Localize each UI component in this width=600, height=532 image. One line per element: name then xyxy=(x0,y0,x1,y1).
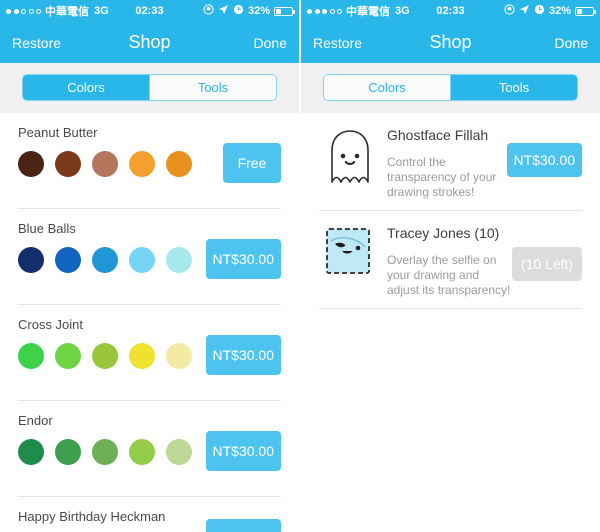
color-swatch xyxy=(55,439,81,465)
carrier-label: 中華電信 xyxy=(45,6,89,18)
restore-button[interactable]: Restore xyxy=(12,35,61,51)
color-swatch xyxy=(92,439,118,465)
network-type-label: 3G xyxy=(395,5,410,17)
tool-description: Overlay the selfie on your drawing and a… xyxy=(387,253,511,297)
color-swatch xyxy=(92,343,118,369)
battery-percent-label: 32% xyxy=(247,5,270,17)
list-item[interactable]: Blue Balls NT$30.00 xyxy=(0,209,299,304)
ghost-icon xyxy=(319,127,381,200)
color-swatch xyxy=(129,343,155,369)
carrier-label: 中華電信 xyxy=(346,6,390,18)
done-button[interactable]: Done xyxy=(555,35,588,51)
list-item[interactable]: Cross Joint NT$30.00 xyxy=(0,305,299,400)
buy-button[interactable]: Free xyxy=(223,143,281,183)
tools-list[interactable]: Ghostface Fillah Control the transparenc… xyxy=(301,113,600,532)
list-item[interactable]: Peanut Butter Free xyxy=(0,113,299,208)
location-arrow-icon xyxy=(218,4,229,18)
buy-button[interactable]: NT$30.00 xyxy=(205,335,281,375)
segmented-control-container-right: Colors Tools xyxy=(301,63,600,113)
segmented-control-container-left: Colors Tools xyxy=(0,63,299,113)
rotation-lock-icon xyxy=(203,4,214,18)
buy-button[interactable]: NT$30.00 xyxy=(205,431,281,471)
color-swatch xyxy=(166,151,192,177)
location-arrow-icon xyxy=(519,4,530,18)
buy-button[interactable]: NT$30.00 xyxy=(205,519,281,532)
restore-button[interactable]: Restore xyxy=(313,35,362,51)
signal-strength-dots xyxy=(6,8,41,14)
segmented-control-left[interactable]: Colors Tools xyxy=(22,74,277,101)
pack-name: Blue Balls xyxy=(18,221,76,236)
done-button[interactable]: Done xyxy=(254,35,287,51)
color-swatch xyxy=(92,247,118,273)
tab-tools[interactable]: Tools xyxy=(450,75,577,100)
selfie-dashed-icon xyxy=(319,225,381,298)
tab-colors[interactable]: Colors xyxy=(324,75,450,100)
dual-screenshot: 中華電信 3G 02:33 32% Restore Shop Done Colo… xyxy=(0,0,600,532)
divider xyxy=(319,308,582,309)
color-swatch xyxy=(55,151,81,177)
phone-screen-colors: 中華電信 3G 02:33 32% Restore Shop Done Colo… xyxy=(0,0,299,532)
color-swatch xyxy=(129,151,155,177)
list-item[interactable]: Ghostface Fillah Control the transparenc… xyxy=(301,113,600,210)
color-swatch xyxy=(129,439,155,465)
remaining-count-button: (10 Left) xyxy=(512,247,582,281)
alarm-clock-icon xyxy=(534,4,545,18)
alarm-clock-icon xyxy=(233,4,244,18)
color-swatch xyxy=(92,151,118,177)
tool-description: Control the transparency of your drawing… xyxy=(387,155,497,199)
signal-strength-dots xyxy=(307,8,342,14)
buy-button[interactable]: NT$30.00 xyxy=(506,143,582,177)
color-swatch xyxy=(129,247,155,273)
battery-percent-label: 32% xyxy=(548,5,571,17)
list-item[interactable]: Endor NT$30.00 xyxy=(0,401,299,496)
color-swatch xyxy=(166,247,192,273)
battery-icon xyxy=(274,6,295,16)
status-bar-right: 中華電信 3G 02:33 32% xyxy=(301,0,600,22)
status-bar-left: 中華電信 3G 02:33 32% xyxy=(0,0,299,22)
nav-bar-left: Restore Shop Done xyxy=(0,22,299,63)
buy-button[interactable]: NT$30.00 xyxy=(205,239,281,279)
list-item[interactable]: Happy Birthday Heckman NT$30.00 xyxy=(0,497,299,532)
list-item[interactable]: Tracey Jones (10) Overlay the selfie on … xyxy=(301,211,600,308)
color-packs-list[interactable]: Peanut Butter Free Blue Balls NT$30.00 C… xyxy=(0,113,299,532)
tool-name: Tracey Jones (10) xyxy=(387,225,500,241)
pack-name: Peanut Butter xyxy=(18,125,98,140)
color-swatch xyxy=(166,439,192,465)
pack-name: Endor xyxy=(18,413,53,428)
battery-icon xyxy=(575,6,596,16)
rotation-lock-icon xyxy=(504,4,515,18)
network-type-label: 3G xyxy=(94,5,109,17)
color-swatch xyxy=(18,439,44,465)
color-swatch xyxy=(18,343,44,369)
color-swatch xyxy=(166,343,192,369)
phone-screen-tools: 中華電信 3G 02:33 32% Restore Shop Done Colo… xyxy=(301,0,600,532)
pack-name: Cross Joint xyxy=(18,317,84,332)
tab-colors[interactable]: Colors xyxy=(23,75,149,100)
tab-tools[interactable]: Tools xyxy=(149,75,276,100)
color-swatch xyxy=(55,247,81,273)
color-swatch xyxy=(55,343,81,369)
color-swatch xyxy=(18,151,44,177)
segmented-control-right[interactable]: Colors Tools xyxy=(323,74,578,101)
tool-name: Ghostface Fillah xyxy=(387,127,489,143)
color-swatch xyxy=(18,247,44,273)
nav-bar-right: Restore Shop Done xyxy=(301,22,600,63)
